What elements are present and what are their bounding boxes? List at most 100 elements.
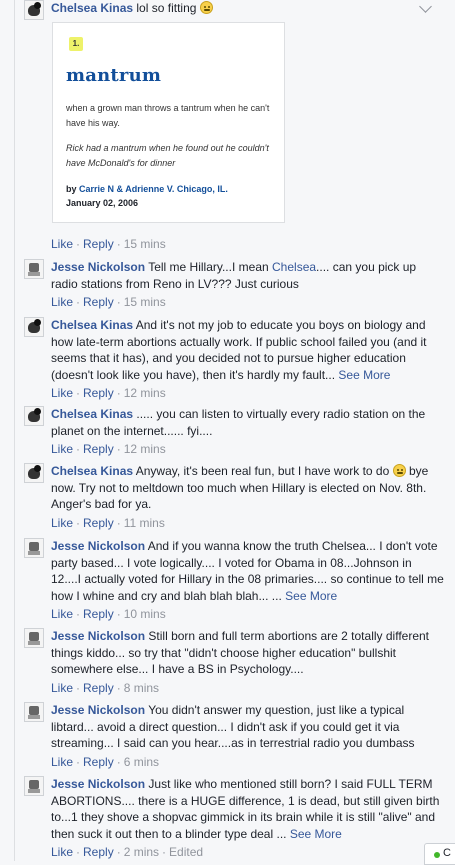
comment-time[interactable]: 8 mins [124,681,159,695]
comment-body: Chelsea Kinas Anyway, it's been real fun… [51,463,444,513]
reply-link[interactable]: Reply [83,386,114,400]
thread-rule [14,0,15,861]
separator: · [116,754,121,769]
grimace-emoji-icon [199,1,213,14]
comment-text: Tell me Hillary...I mean [148,260,269,274]
comment-time[interactable]: 11 mins [124,516,165,530]
comment-author[interactable]: Chelsea Kinas [51,407,133,421]
comment-author[interactable]: Jesse Nickolson [51,703,145,717]
comment-time[interactable]: 6 mins [124,755,159,769]
link-preview-card[interactable]: 1. mantrum when a grown man throws a tan… [52,22,285,223]
comment-actions: Like · Reply · 6 mins [51,754,444,770]
comment: Jesse Nickolson Still born and full term… [24,628,444,696]
avatar[interactable] [24,406,44,426]
separator: · [116,680,121,695]
like-link[interactable]: Like [51,845,73,859]
reply-link[interactable]: Reply [83,295,114,309]
comment-actions: Like · Reply · 12 mins [51,441,444,457]
separator: · [162,845,167,859]
separator: · [76,442,81,456]
definition-word: mantrum [66,65,162,86]
comment-author[interactable]: Chelsea Kinas [51,1,133,15]
avatar[interactable] [24,259,44,279]
avatar[interactable] [24,0,44,20]
separator: · [116,515,121,530]
comment-author[interactable]: Chelsea Kinas [51,464,133,478]
see-more-link[interactable]: See More [290,827,342,841]
definition-text: when a grown man throws a tantrum when h… [66,103,270,128]
reply-link[interactable]: Reply [83,845,114,859]
definition-byline: by Carrie N & Adrienne V. Chicago, IL. J… [66,182,276,210]
separator: · [76,680,81,695]
avatar[interactable] [24,538,44,558]
like-link[interactable]: Like [51,442,73,456]
like-link[interactable]: Like [51,237,73,251]
comment-time[interactable]: 12 mins [124,442,166,456]
comment-author[interactable]: Jesse Nickolson [51,260,145,274]
comment-body: Chelsea Kinas And it's not my job to edu… [51,317,444,383]
reply-link[interactable]: Reply [83,681,114,695]
separator: · [116,386,121,400]
reply-link[interactable]: Reply [83,516,114,530]
see-more-link[interactable]: See More [285,589,337,603]
comment-time[interactable]: 12 mins [124,386,166,400]
comment-body: Chelsea Kinas ..... you can listen to vi… [51,406,444,439]
comment-author[interactable]: Jesse Nickolson [51,539,145,553]
separator: · [76,845,81,859]
comment: Jesse Nickolson Just like who mentioned … [24,776,444,860]
comment: Chelsea Kinas Anyway, it's been real fun… [24,463,444,531]
like-link[interactable]: Like [51,681,73,695]
comment-text: lol so fitting [136,1,197,15]
separator: · [76,386,81,400]
comment-time[interactable]: 2 mins [124,845,159,859]
like-link[interactable]: Like [51,755,73,769]
comment: Chelsea Kinas ..... you can listen to vi… [24,406,444,457]
see-more-link[interactable]: See More [338,368,390,382]
comment-actions: Like · Reply · 15 mins [51,236,166,252]
comment-text: Anyway, it's been real fun, but I have w… [135,464,390,478]
comment: Jesse Nickolson And if you wanna know th… [24,538,444,622]
comment-body: Jesse Nickolson Just like who mentioned … [51,776,444,842]
byline-date: January 02, 2006 [66,198,139,208]
like-link[interactable]: Like [51,386,73,400]
separator: · [116,607,121,621]
avatar[interactable] [24,776,44,796]
separator: · [116,237,121,251]
comment-actions: Like · Reply · 10 mins [51,606,444,622]
comment-body: Jesse Nickolson Tell me Hillary...I mean… [51,259,444,292]
comment-author[interactable]: Jesse Nickolson [51,629,145,643]
reply-link[interactable]: Reply [83,755,114,769]
like-link[interactable]: Like [51,295,73,309]
chat-tab-label: C [443,847,451,859]
reply-link[interactable]: Reply [83,607,114,621]
comment-actions: Like · Reply · 15 mins [51,294,444,310]
entry-number: 1. [69,37,83,51]
like-link[interactable]: Like [51,607,73,621]
comment: Chelsea Kinas lol so fitting 1. mantrum … [24,0,444,251]
avatar[interactable] [24,702,44,722]
grimace-emoji-icon [392,464,406,477]
comment: Chelsea Kinas And it's not my job to edu… [24,317,444,401]
avatar[interactable] [24,463,44,483]
comment-author[interactable]: Chelsea Kinas [51,318,133,332]
chat-tab[interactable]: C [424,843,455,865]
comment-actions: Like · Reply · 11 mins [51,515,444,531]
byline-prefix: by [66,184,77,194]
comment-time[interactable]: 15 mins [124,295,166,309]
reply-link[interactable]: Reply [83,237,114,251]
avatar[interactable] [24,628,44,648]
separator: · [76,607,81,621]
comment-time[interactable]: 15 mins [124,237,166,251]
like-link[interactable]: Like [51,516,73,530]
edited-label[interactable]: Edited [169,845,203,859]
separator: · [76,237,81,251]
reply-link[interactable]: Reply [83,442,114,456]
comment: Jesse Nickolson Tell me Hillary...I mean… [24,259,444,310]
comment-author[interactable]: Jesse Nickolson [51,777,145,791]
avatar[interactable] [24,317,44,337]
byline-authors[interactable]: Carrie N & Adrienne V. Chicago, IL. [79,184,228,194]
comment-mention[interactable]: Chelsea [272,260,316,274]
comment-time[interactable]: 10 mins [124,607,166,621]
comment-actions: Like · Reply · 2 mins · Edited [51,844,444,860]
separator: · [76,515,81,530]
